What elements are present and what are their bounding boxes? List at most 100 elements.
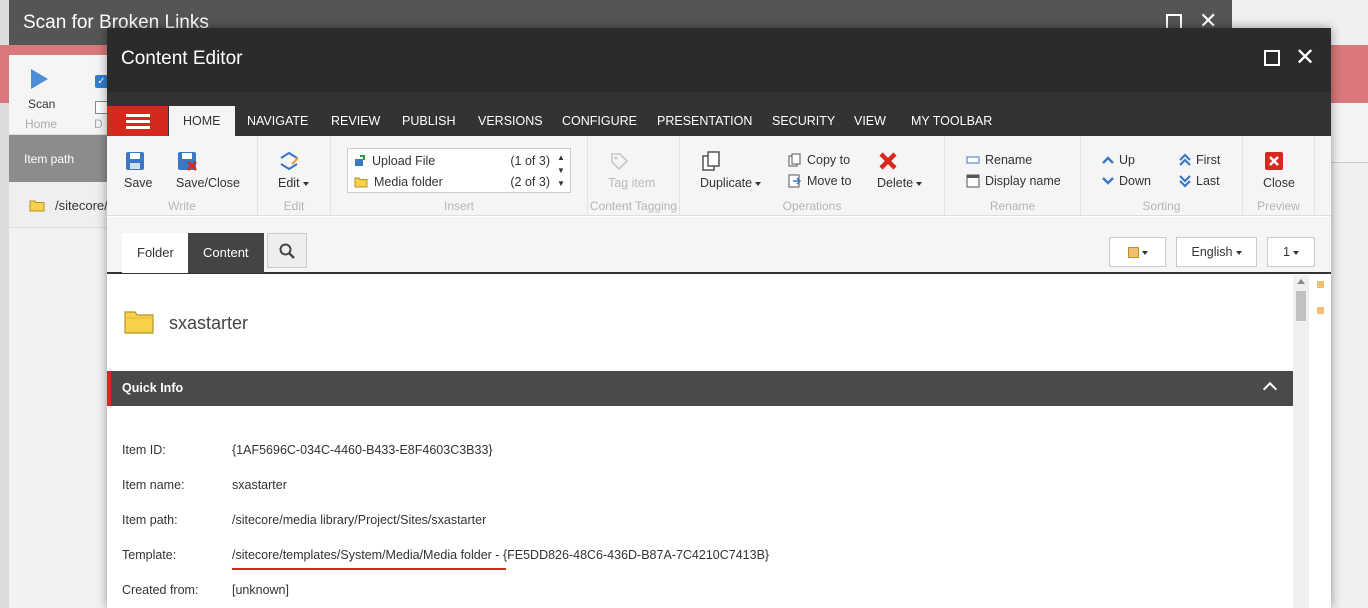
tab-home[interactable]: HOME	[169, 106, 235, 136]
double-chevron-up-icon	[1179, 153, 1191, 167]
duplicate-label: Duplicate	[700, 176, 753, 190]
scrollbar-thumb[interactable]	[1296, 291, 1306, 321]
save-close-button[interactable]: Save/Close	[176, 150, 240, 190]
hamburger-menu-icon[interactable]	[107, 106, 168, 136]
item-path-header-label: Item path	[24, 152, 75, 166]
insert-upload-file[interactable]: Upload File (1 of 3)	[354, 151, 550, 171]
up-button[interactable]: Up	[1102, 153, 1135, 167]
first-button[interactable]: First	[1179, 153, 1220, 167]
field-label: Item name:	[122, 478, 185, 492]
field-label: Created from:	[122, 583, 199, 597]
operations-group-label: Operations	[782, 199, 842, 213]
template-link[interactable]: /sitecore/templates/System/Media/Media f…	[232, 548, 769, 562]
edit-button[interactable]: Edit	[278, 150, 309, 190]
quick-info-header[interactable]: Quick Info	[107, 371, 1293, 406]
folder-icon	[354, 176, 368, 188]
item-header: sxastarter	[107, 275, 1293, 371]
move-to-button[interactable]: Move to	[788, 174, 851, 188]
vertical-scrollbar[interactable]	[1293, 275, 1309, 608]
scan-button[interactable]: Scan	[28, 97, 55, 111]
insert-group-label: Insert	[443, 199, 474, 213]
search-button[interactable]	[267, 233, 307, 268]
move-to-icon	[788, 174, 802, 188]
ribbon-group-sorting: Up Down First Last Sorting	[1081, 136, 1243, 216]
delete-label: Delete	[877, 176, 914, 190]
delete-button[interactable]: Delete	[877, 150, 923, 190]
double-chevron-down-icon	[1179, 174, 1191, 188]
template-underline	[232, 568, 506, 570]
chevron-up-icon[interactable]	[1262, 381, 1278, 397]
delete-icon	[877, 150, 922, 172]
copy-to-label: Copy to	[807, 153, 851, 167]
tab-navigate[interactable]: NAVIGATE	[247, 106, 308, 136]
save-label: Save	[124, 176, 153, 190]
first-label: First	[1196, 153, 1221, 167]
created-from-value: [unknown]	[232, 583, 289, 597]
tab-view[interactable]: VIEW	[854, 106, 886, 136]
close-preview-label: Close	[1263, 176, 1295, 190]
save-close-icon	[176, 150, 240, 172]
gallery-scroll-arrows[interactable]: ▲ ▼ ▼	[554, 151, 568, 191]
scroll-up-arrow-icon[interactable]	[1297, 279, 1305, 284]
tab-security[interactable]: SECURITY	[772, 106, 835, 136]
close-square-icon	[1263, 150, 1295, 172]
upload-file-label: Upload File	[372, 154, 436, 168]
content-editor-titlebar: Content Editor ✕	[107, 28, 1331, 92]
language-label: English	[1191, 245, 1233, 259]
media-folder-count: (2 of 3)	[510, 175, 550, 189]
edit-group-label: Edit	[283, 199, 305, 213]
chevron-down-icon	[1102, 176, 1114, 186]
save-button[interactable]: Save	[124, 150, 153, 190]
tag-item-button[interactable]: Tag item	[608, 150, 655, 190]
copy-to-button[interactable]: Copy to	[788, 153, 850, 167]
maximize-icon[interactable]	[1264, 50, 1280, 66]
quick-info-label: Quick Info	[122, 381, 184, 395]
tab-versions[interactable]: VERSIONS	[478, 106, 543, 136]
item-icon-dropdown[interactable]	[1109, 237, 1166, 267]
insert-options-gallery: Upload File (1 of 3) Media folder (2 of …	[347, 148, 571, 193]
move-to-label: Move to	[807, 174, 852, 188]
play-icon[interactable]	[31, 69, 48, 89]
folder-icon	[29, 199, 45, 212]
window-title: Content Editor	[121, 48, 243, 69]
last-label: Last	[1196, 174, 1220, 188]
ribbon-tab-bar: HOME NAVIGATE REVIEW PUBLISH VERSIONS CO…	[107, 92, 1331, 136]
tab-content[interactable]: Content	[188, 233, 264, 273]
down-button[interactable]: Down	[1102, 174, 1151, 188]
upload-file-count: (1 of 3)	[510, 154, 550, 168]
rename-button[interactable]: Rename	[966, 153, 1032, 167]
close-icon[interactable]: ✕	[1295, 46, 1315, 70]
content-panel: sxastarter Quick Info Item ID: {1AF5696C…	[107, 275, 1293, 608]
version-dropdown[interactable]: 1	[1267, 237, 1315, 267]
content-tagging-group-label: Content Tagging	[589, 199, 678, 213]
last-button[interactable]: Last	[1179, 174, 1220, 188]
content-toolbar: Folder Content English 1	[107, 217, 1331, 274]
sorting-group-label: Sorting	[1142, 199, 1181, 213]
tab-my-toolbar[interactable]: MY TOOLBAR	[911, 106, 992, 136]
ribbon-group-preview: Close Preview	[1243, 136, 1315, 216]
ribbon-group-edit: Edit Edit	[258, 136, 331, 216]
validation-marker[interactable]	[1317, 307, 1324, 314]
tab-folder[interactable]: Folder	[122, 233, 189, 273]
duplicate-button[interactable]: Duplicate	[700, 150, 762, 190]
d-group-label: D	[94, 117, 103, 131]
save-close-label: Save/Close	[176, 176, 240, 190]
language-dropdown[interactable]: English	[1176, 237, 1257, 267]
version-label: 1	[1283, 245, 1290, 259]
tab-configure[interactable]: CONFIGURE	[562, 106, 637, 136]
document-icon	[1127, 247, 1139, 259]
validation-marker[interactable]	[1317, 281, 1324, 288]
item-title: sxastarter	[169, 313, 249, 333]
insert-media-folder[interactable]: Media folder (2 of 3)	[354, 172, 550, 192]
display-name-icon	[966, 174, 980, 188]
tab-review[interactable]: REVIEW	[331, 106, 380, 136]
close-preview-button[interactable]: Close	[1263, 150, 1295, 190]
tab-publish[interactable]: PUBLISH	[402, 106, 456, 136]
edit-icon	[278, 150, 309, 172]
tab-presentation[interactable]: PRESENTATION	[657, 106, 752, 136]
ribbon: Save Save/Close Write Edit Edit Upload F…	[107, 136, 1331, 216]
copy-to-icon	[788, 153, 802, 167]
display-name-button[interactable]: Display name	[966, 174, 1061, 188]
folder-icon	[123, 307, 155, 335]
ribbon-group-rename: Rename Display name Rename	[945, 136, 1081, 216]
